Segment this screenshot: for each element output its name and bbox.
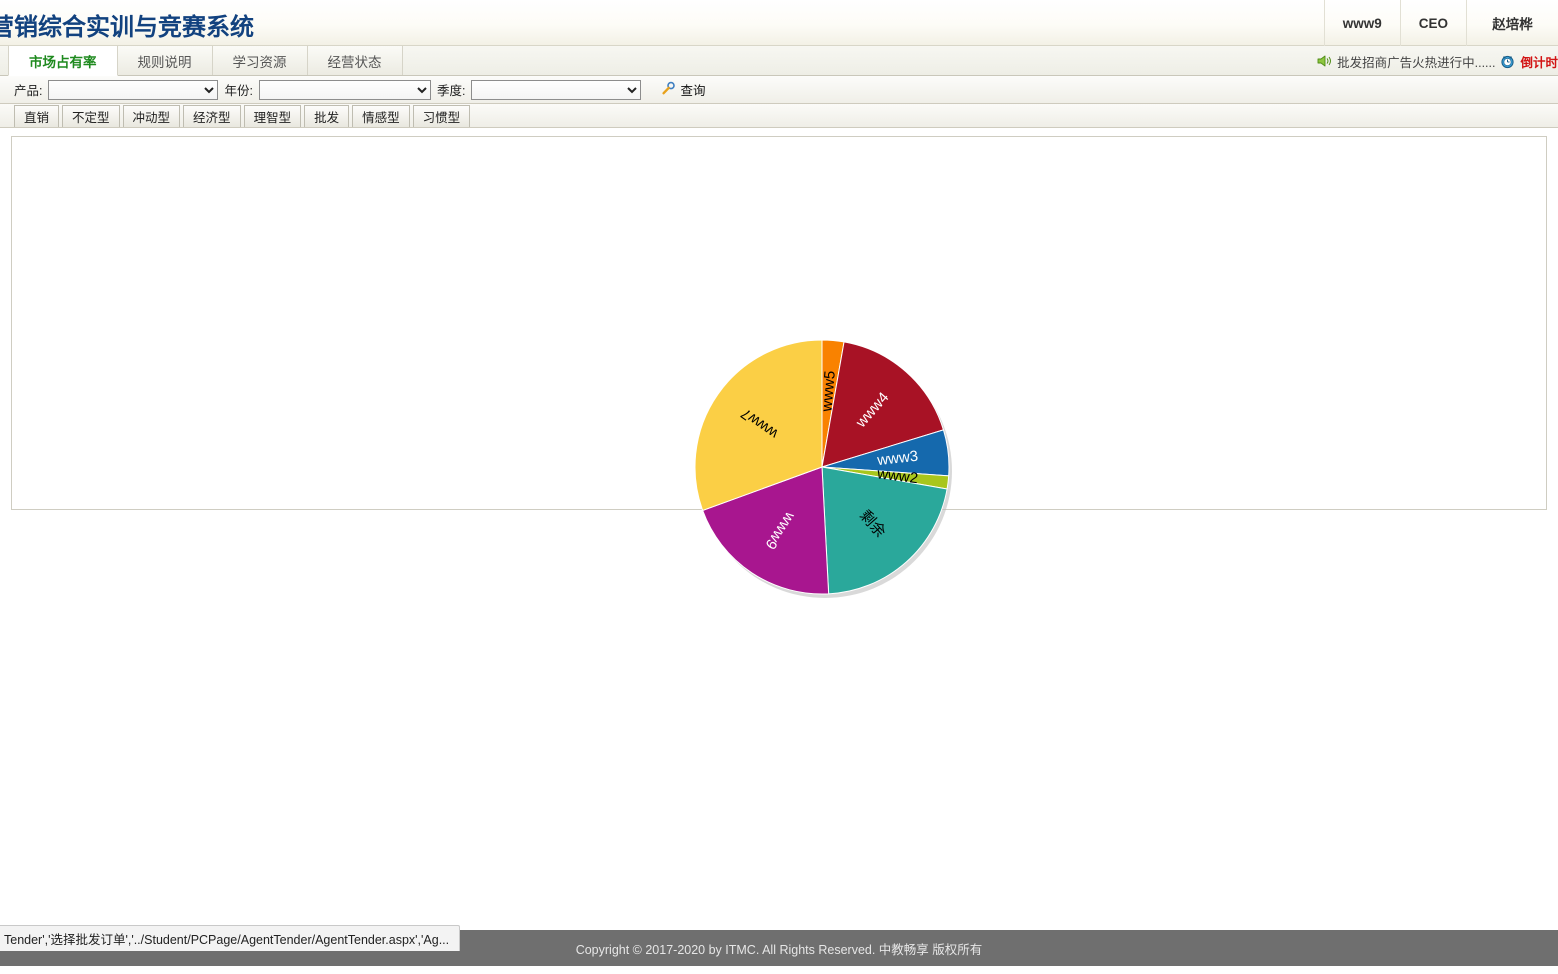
year-select[interactable] [258,79,431,100]
subtab-label: 冲动型 [132,111,171,125]
filter-toolbar: 产品: 年份: 季度: 查询 [0,76,1558,104]
product-label: 产品: [14,84,43,98]
subtab-label: 经济型 [193,111,231,125]
tab-rules[interactable]: 规则说明 [117,46,213,75]
subtab-emotional[interactable]: 情感型 [352,105,410,127]
tab-label: 学习资源 [232,54,287,70]
subtab-label: 理智型 [253,111,292,125]
main-tabbar: 市场占有率 规则说明 学习资源 经营状态 批发招商广告火热进行中...... 倒… [0,46,1558,76]
tab-label: 经营状态 [327,54,382,70]
subtab-habitual[interactable]: 习惯型 [412,105,471,127]
product-select[interactable] [48,79,219,100]
market-share-pie-chart: www5 www4 www3 www2 剩余 www9 www7 [684,329,964,609]
speaker-icon [1316,54,1332,68]
tab-learning-resources[interactable]: 学习资源 [212,46,308,75]
subtab-economical[interactable]: 经济型 [183,105,241,127]
header-username[interactable]: 赵培桦 [1466,0,1558,46]
subtab-wholesale[interactable]: 批发 [304,105,350,127]
quarter-select[interactable] [471,79,642,100]
subtab-label: 习惯型 [422,111,461,125]
subtab-label: 直销 [24,111,50,125]
header-account[interactable]: www9 [1323,0,1400,46]
chart-panel: www5 www4 www3 www2 剩余 www9 www7 [11,136,1547,598]
search-icon [661,81,676,99]
subtab-label: 批发 [314,111,340,125]
quarter-label: 季度: [436,84,466,98]
countdown-label: 倒计时 [1520,55,1558,70]
header-user-area: www9 CEO 赵培桦 [1323,0,1558,46]
tab-business-status[interactable]: 经营状态 [307,46,403,75]
header-role[interactable]: CEO [1399,0,1466,46]
subtab-undetermined[interactable]: 不定型 [62,105,120,127]
subtab-label: 情感型 [362,111,400,125]
year-label: 年份: [224,84,253,98]
tab-label: 市场占有率 [29,54,97,70]
query-button[interactable]: 查询 [661,80,705,99]
copyright-text: Copyright © 2017-2020 by ITMC. All Right… [575,942,983,957]
app-header: 营销综合实训与竞赛系统 www9 CEO 赵培桦 [0,0,1558,46]
clock-icon [1500,54,1515,69]
marquee-text: 批发招商广告火热进行中...... [1337,55,1496,70]
tab-market-share[interactable]: 市场占有率 [8,46,118,76]
tab-label: 规则说明 [137,54,192,70]
browser-status-bar: Tender','选择批发订单','../Student/PCPage/Agen… [0,925,461,951]
page-title: 营销综合实训与竞赛系统 [0,14,254,41]
pie-chart-svg: www5 www4www3www2剩余www9www7 [694,339,952,598]
notice-area: 批发招商广告火热进行中...... 倒计时 [1316,46,1558,76]
subtab-direct-sales[interactable]: 直销 [14,105,60,127]
pie-slice-label-www5: www5 [818,370,839,413]
subtab-label: 不定型 [72,111,110,125]
subtab-rational[interactable]: 理智型 [243,105,302,127]
query-button-label: 查询 [680,84,706,98]
subtab-impulsive[interactable]: 冲动型 [122,105,181,127]
customer-type-tabbar: 直销 不定型 冲动型 经济型 理智型 批发 情感型 习惯型 [0,104,1558,128]
main-content: www5www4www3www2剩余www9www7 当前现金： 1279.28… [0,128,1558,966]
